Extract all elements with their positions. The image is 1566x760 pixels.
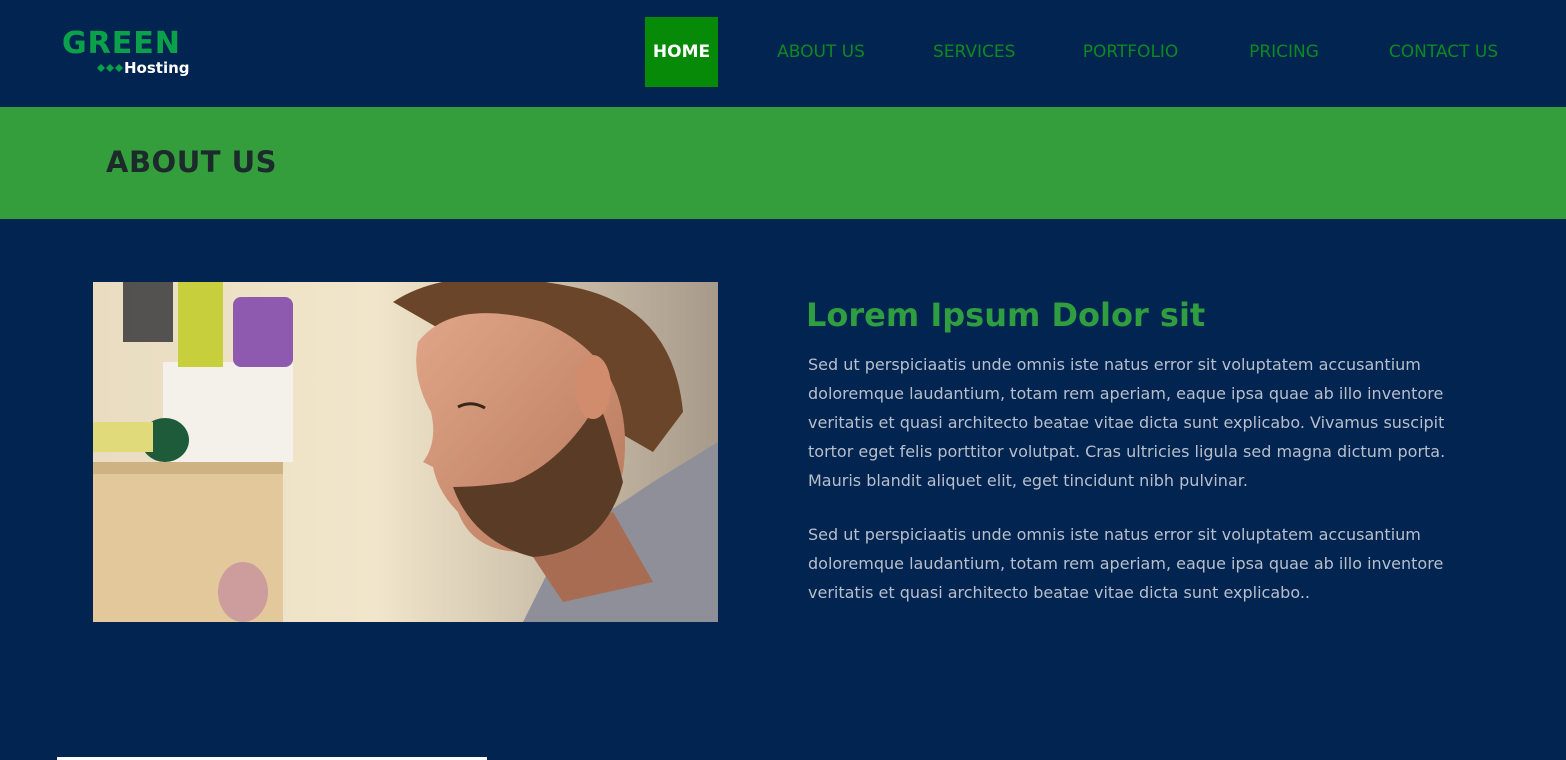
man-portrait-image (93, 282, 718, 622)
logo-wordmark: GREEN (62, 26, 181, 61)
diamond-dots-icon (97, 64, 123, 72)
content-heading: Lorem Ipsum Dolor sit (806, 296, 1206, 334)
nav-portfolio[interactable]: PORTFOLIO (1081, 17, 1180, 87)
content-paragraph-1: Sed ut perspiciaatis unde omnis iste nat… (808, 355, 1446, 490)
site-logo[interactable]: GREEN Hosting (62, 28, 202, 80)
about-photo (93, 282, 718, 622)
logo-subtitle: Hosting (124, 59, 190, 77)
page-banner: ABOUT US (0, 107, 1566, 219)
nav-pricing[interactable]: PRICING (1246, 17, 1322, 87)
nav-about-us[interactable]: ABOUT US (776, 17, 866, 87)
site-header: GREEN Hosting HOME ABOUT US SERVICES POR… (0, 0, 1566, 107)
page-title: ABOUT US (106, 145, 278, 179)
nav-services[interactable]: SERVICES (933, 17, 1015, 87)
nav-home[interactable]: HOME (645, 17, 718, 87)
nav-contact-us[interactable]: CONTACT US (1387, 17, 1500, 87)
content-paragraph-2: Sed ut perspiciaatis unde omnis iste nat… (808, 525, 1444, 602)
